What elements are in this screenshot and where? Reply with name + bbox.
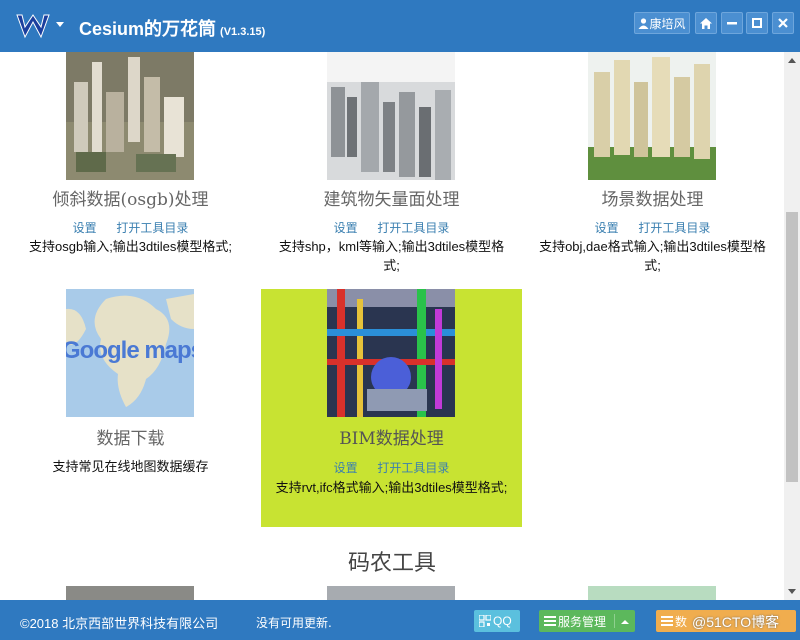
settings-link[interactable]: 设置 bbox=[334, 221, 358, 235]
next-tool-thumbnail[interactable] bbox=[66, 586, 194, 600]
tool-card-scene: 场景数据处理 设置 打开工具目录 支持obj,dae格式输入;输出3dtiles… bbox=[522, 52, 783, 282]
qq-label: QQ bbox=[493, 614, 512, 628]
service-manage-label: 服务管理 bbox=[558, 614, 607, 629]
settings-link[interactable]: 设置 bbox=[595, 221, 619, 235]
caret-up-icon[interactable] bbox=[614, 614, 630, 628]
scroll-up-icon[interactable] bbox=[788, 58, 796, 63]
qr-code-icon bbox=[479, 615, 491, 627]
bim-thumbnail[interactable] bbox=[327, 289, 455, 417]
google-maps-thumbnail[interactable]: Google maps bbox=[66, 289, 194, 417]
maximize-button[interactable] bbox=[746, 12, 768, 34]
home-button[interactable] bbox=[695, 12, 717, 34]
card-title: 数据下载 bbox=[96, 429, 165, 449]
app-title: Cesium的万花筒 (V1.3.15) bbox=[79, 19, 266, 39]
google-maps-thumb-text: Google maps bbox=[66, 337, 194, 364]
update-status: 没有可用更新. bbox=[256, 616, 332, 630]
scrollbar-thumb[interactable] bbox=[786, 212, 798, 482]
tool-card-bim[interactable]: BIM数据处理 设置 打开工具目录 支持rvt,ifc格式输入;输出3dtile… bbox=[261, 289, 522, 527]
user-name: 康培风 bbox=[649, 16, 686, 31]
status-bar: ©2018 北京西部世界科技有限公司 没有可用更新. QQ 服务管理 数 @51… bbox=[0, 600, 800, 640]
osgb-thumbnail[interactable] bbox=[66, 52, 194, 180]
card-description: 支持常见在线地图数据缓存 bbox=[52, 459, 209, 474]
minimize-icon bbox=[727, 22, 737, 25]
next-tool-thumbnail[interactable] bbox=[588, 586, 716, 600]
card-links: 设置 打开工具目录 bbox=[261, 219, 522, 236]
service-manage-button[interactable]: 服务管理 bbox=[539, 610, 635, 632]
tool-card-data-download: Google maps 数据下载 支持常见在线地图数据缓存 bbox=[0, 289, 261, 529]
card-links: 设置 打开工具目录 bbox=[261, 459, 522, 476]
card-links: 设置 打开工具目录 bbox=[0, 219, 261, 236]
vertical-scrollbar[interactable] bbox=[784, 52, 800, 600]
open-tool-dir-link[interactable]: 打开工具目录 bbox=[377, 221, 449, 235]
card-title: 场景数据处理 bbox=[601, 190, 704, 210]
home-icon bbox=[700, 17, 712, 29]
tool-card-osgb: 倾斜数据(osgb)处理 设置 打开工具目录 支持osgb输入;输出3dtile… bbox=[0, 52, 261, 282]
close-button[interactable] bbox=[772, 12, 794, 34]
title-bar: Cesium的万花筒 (V1.3.15) 康培风 bbox=[0, 0, 800, 52]
section-title: 码农工具 bbox=[347, 551, 436, 576]
app-menu-caret-icon[interactable] bbox=[56, 22, 64, 27]
app-logo-icon[interactable] bbox=[16, 12, 50, 40]
app-version: (V1.3.15) bbox=[220, 26, 266, 38]
user-icon bbox=[638, 17, 649, 29]
open-tool-dir-link[interactable]: 打开工具目录 bbox=[377, 461, 449, 475]
settings-link[interactable]: 设置 bbox=[334, 461, 358, 475]
card-description: 支持shp，kml等输入;输出3dtiles模型格式; bbox=[278, 239, 505, 273]
close-icon bbox=[778, 18, 788, 28]
data-label: 数 bbox=[675, 614, 688, 629]
tool-list-panel: 倾斜数据(osgb)处理 设置 打开工具目录 支持osgb输入;输出3dtile… bbox=[0, 52, 784, 600]
card-title: 倾斜数据(osgb)处理 bbox=[52, 190, 209, 210]
tool-card-building-vector: 建筑物矢量面处理 设置 打开工具目录 支持shp，kml等输入;输出3dtile… bbox=[261, 52, 522, 282]
open-tool-dir-link[interactable]: 打开工具目录 bbox=[116, 221, 188, 235]
building-vector-thumbnail[interactable] bbox=[327, 52, 455, 180]
card-title: BIM数据处理 bbox=[339, 429, 444, 449]
card-description: 支持rvt,ifc格式输入;输出3dtiles模型格式; bbox=[275, 480, 508, 495]
scroll-down-icon[interactable] bbox=[788, 589, 796, 594]
list-icon bbox=[544, 616, 556, 626]
next-tool-thumbnail[interactable] bbox=[327, 586, 455, 600]
card-description: 支持obj,dae格式输入;输出3dtiles模型格式; bbox=[539, 239, 766, 273]
qq-button[interactable]: QQ bbox=[474, 610, 520, 632]
maximize-icon bbox=[752, 18, 762, 28]
user-button[interactable]: 康培风 bbox=[634, 12, 690, 34]
card-links: 设置 打开工具目录 bbox=[522, 219, 783, 236]
watermark-text: @51CTO博客 bbox=[692, 614, 780, 630]
open-tool-dir-link[interactable]: 打开工具目录 bbox=[638, 221, 710, 235]
card-title: 建筑物矢量面处理 bbox=[323, 190, 460, 210]
settings-link[interactable]: 设置 bbox=[73, 221, 97, 235]
minimize-button[interactable] bbox=[721, 12, 743, 34]
list-icon bbox=[661, 616, 673, 626]
card-description: 支持osgb输入;输出3dtiles模型格式; bbox=[29, 239, 232, 254]
scene-thumbnail[interactable] bbox=[588, 52, 716, 180]
copyright-text: ©2018 北京西部世界科技有限公司 bbox=[20, 616, 219, 631]
